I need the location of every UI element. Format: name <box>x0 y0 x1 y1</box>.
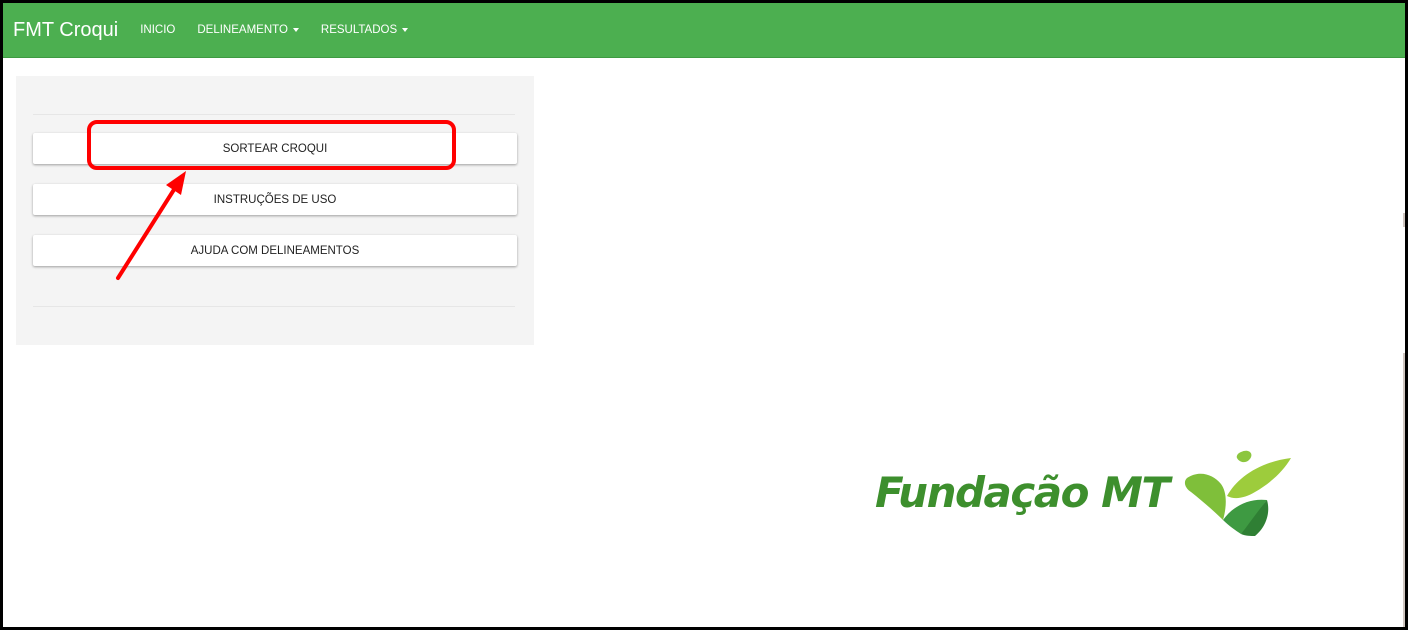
fundacao-mt-logo: Fundação MT <box>875 448 1309 538</box>
edge-artifact <box>1403 353 1405 627</box>
leaf-logo-icon <box>1184 450 1291 536</box>
app-window: FMT Croqui INICIO DELINEAMENTO RESULTADO… <box>0 0 1408 630</box>
edge-artifact <box>1403 213 1405 227</box>
logo-text: Fundação MT <box>875 468 1170 517</box>
